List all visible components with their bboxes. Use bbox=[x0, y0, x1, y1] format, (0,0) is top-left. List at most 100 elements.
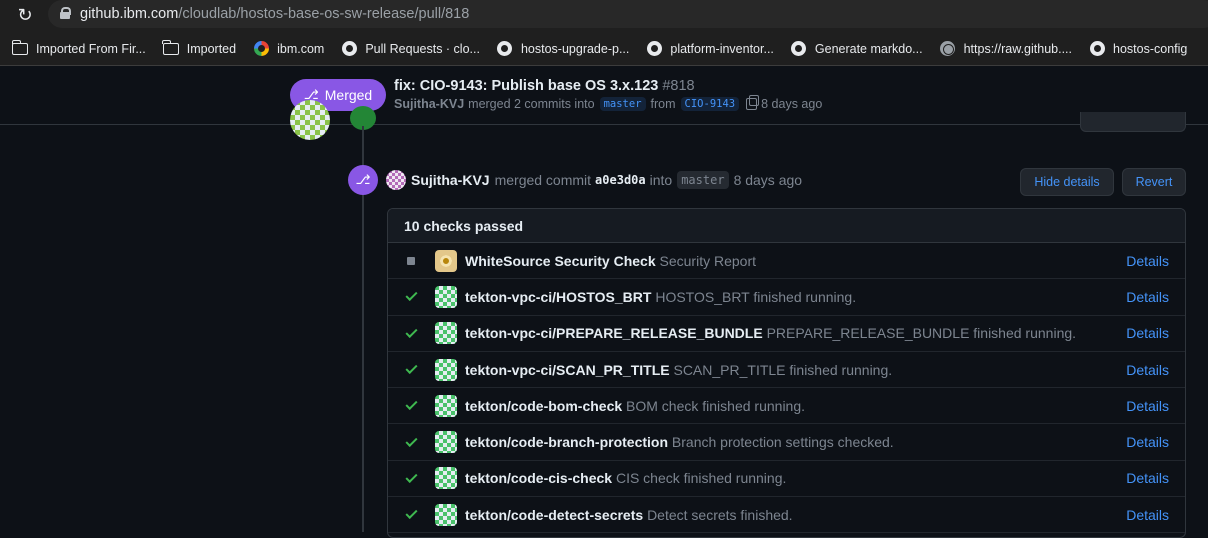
github-icon bbox=[497, 41, 513, 57]
globe-icon bbox=[940, 41, 956, 57]
pr-sticky-header: ⎇ Merged fix: CIO-9143: Publish base OS … bbox=[0, 67, 1208, 125]
avatar[interactable] bbox=[386, 170, 406, 190]
tekton-app-icon[interactable] bbox=[435, 431, 457, 454]
folder-icon bbox=[162, 39, 179, 57]
pr-time: 8 days ago bbox=[761, 97, 823, 111]
check-row: tekton-vpc-ci/SCAN_PR_TITLE SCAN_PR_TITL… bbox=[388, 352, 1185, 389]
head-branch-label[interactable]: CIO-9143 bbox=[680, 97, 740, 111]
check-description: BOM check finished running. bbox=[626, 397, 806, 414]
url-text[interactable]: github.ibm.com/cloudlab/hostos-base-os-s… bbox=[80, 5, 469, 23]
avatar[interactable] bbox=[290, 100, 330, 140]
check-name: tekton/code-cis-check bbox=[465, 470, 613, 487]
bookmark-item[interactable]: platform-inventor... bbox=[646, 41, 774, 57]
bookmark-item[interactable]: hostos-upgrade-p... bbox=[497, 41, 629, 57]
check-name: tekton-vpc-ci/SCAN_PR_TITLE bbox=[465, 361, 670, 378]
hide-details-button[interactable]: Hide details bbox=[1020, 168, 1114, 196]
check-text: tekton/code-detect-secrets Detect secret… bbox=[465, 507, 793, 523]
check-icon bbox=[404, 325, 418, 340]
check-icon bbox=[404, 398, 418, 413]
check-description: PREPARE_RELEASE_BUNDLE finished running. bbox=[766, 325, 1077, 342]
check-name: tekton/code-branch-protection bbox=[465, 434, 669, 451]
check-icon bbox=[404, 362, 418, 377]
bookmark-label: hostos-config bbox=[1113, 41, 1188, 56]
bookmark-item[interactable]: Imported From Fir... bbox=[11, 39, 146, 57]
bookmark-item[interactable]: hostos-config bbox=[1089, 41, 1187, 57]
bookmark-item[interactable]: https://raw.github.... bbox=[940, 41, 1072, 57]
tekton-app-icon[interactable] bbox=[435, 285, 457, 308]
base-branch-label[interactable]: master bbox=[599, 97, 646, 111]
check-details-link[interactable]: Details bbox=[1126, 434, 1169, 450]
whitesource-app-icon[interactable] bbox=[435, 249, 457, 272]
check-description: Security Report bbox=[659, 252, 756, 269]
lock-icon[interactable] bbox=[60, 7, 71, 19]
check-details-link[interactable]: Details bbox=[1126, 398, 1169, 414]
bookmark-item[interactable]: Pull Requests · clo... bbox=[341, 41, 480, 57]
partial-button[interactable] bbox=[1080, 112, 1186, 132]
bookmark-label: Pull Requests · clo... bbox=[365, 41, 480, 56]
tekton-app-icon[interactable] bbox=[435, 358, 457, 381]
github-icon bbox=[646, 41, 662, 57]
check-icon bbox=[404, 289, 418, 304]
pr-title-text: fix: CIO-9143: Publish base OS 3.x.123 bbox=[394, 78, 659, 94]
google-icon bbox=[253, 41, 269, 57]
check-text: tekton-vpc-ci/PREPARE_RELEASE_BUNDLE PRE… bbox=[465, 325, 1076, 341]
check-name: tekton-vpc-ci/HOSTOS_BRT bbox=[465, 288, 652, 305]
bookmark-item[interactable]: Imported bbox=[162, 39, 237, 57]
commit-sha-link[interactable]: a0e3d0a bbox=[595, 173, 646, 187]
check-details-link[interactable]: Details bbox=[1126, 253, 1169, 269]
check-text: WhiteSource Security Check Security Repo… bbox=[465, 253, 756, 269]
merged-state-label: Merged bbox=[324, 87, 373, 103]
check-text: tekton-vpc-ci/SCAN_PR_TITLE SCAN_PR_TITL… bbox=[465, 362, 892, 378]
revert-button[interactable]: Revert bbox=[1122, 168, 1186, 196]
pr-title[interactable]: fix: CIO-9143: Publish base OS 3.x.123 #… bbox=[394, 78, 695, 94]
github-icon bbox=[791, 41, 807, 57]
checks-list: WhiteSource Security Check Security Repo… bbox=[388, 243, 1185, 534]
check-name: WhiteSource Security Check bbox=[465, 252, 656, 269]
check-description: SCAN_PR_TITLE finished running. bbox=[673, 361, 893, 378]
merge-event-text: Sujitha-KVJ merged commit a0e3d0a into m… bbox=[411, 171, 802, 189]
url-host: github.ibm.com bbox=[80, 6, 179, 22]
bookmark-label: hostos-upgrade-p... bbox=[520, 41, 630, 56]
check-name: tekton/code-detect-secrets bbox=[465, 506, 644, 523]
copy-icon[interactable] bbox=[746, 95, 760, 110]
check-row: WhiteSource Security Check Security Repo… bbox=[388, 243, 1185, 280]
checks-summary: 10 checks passed bbox=[388, 209, 1185, 243]
bookmark-item[interactable]: Generate markdo... bbox=[791, 41, 923, 57]
folder-icon bbox=[11, 39, 28, 57]
check-name: tekton-vpc-ci/PREPARE_RELEASE_BUNDLE bbox=[465, 325, 763, 342]
check-text: tekton/code-bom-check BOM check finished… bbox=[465, 398, 805, 414]
check-row: tekton/code-branch-protection Branch pro… bbox=[388, 424, 1185, 461]
pr-author-link[interactable]: Sujitha-KVJ bbox=[394, 97, 464, 111]
url-path: /cloudlab/hostos-base-os-sw-release/pull… bbox=[178, 6, 470, 22]
bookmark-item[interactable]: ibm.com bbox=[253, 41, 324, 57]
check-row: tekton-vpc-ci/HOSTOS_BRT HOSTOS_BRT fini… bbox=[388, 279, 1185, 316]
check-details-link[interactable]: Details bbox=[1126, 325, 1169, 341]
bookmark-label: platform-inventor... bbox=[670, 41, 774, 56]
merge-branch-label[interactable]: master bbox=[677, 171, 729, 189]
check-icon bbox=[404, 470, 418, 485]
check-details-link[interactable]: Details bbox=[1126, 289, 1169, 305]
merge-time[interactable]: 8 days ago bbox=[734, 172, 803, 188]
bookmark-label: Imported bbox=[186, 41, 237, 56]
check-details-link[interactable]: Details bbox=[1126, 507, 1169, 523]
tekton-app-icon[interactable] bbox=[435, 394, 457, 417]
check-text: tekton-vpc-ci/HOSTOS_BRT HOSTOS_BRT fini… bbox=[465, 289, 856, 305]
merge-commit-text: merged commit bbox=[494, 172, 592, 188]
pr-meta: Sujitha-KVJ merged 2 commits into master… bbox=[394, 95, 823, 111]
reload-icon[interactable]: ↻ bbox=[14, 4, 36, 26]
check-description: Detect secrets finished. bbox=[647, 506, 793, 523]
check-description: Branch protection settings checked. bbox=[671, 434, 894, 451]
tekton-app-icon[interactable] bbox=[435, 322, 457, 345]
tekton-app-icon[interactable] bbox=[435, 467, 457, 490]
check-icon bbox=[404, 434, 418, 449]
bookmark-label: https://raw.github.... bbox=[963, 41, 1072, 56]
check-row: tekton/code-cis-check CIS check finished… bbox=[388, 461, 1185, 498]
browser-address-bar: ↻ github.ibm.com/cloudlab/hostos-base-os… bbox=[0, 0, 1208, 32]
check-details-link[interactable]: Details bbox=[1126, 362, 1169, 378]
tekton-app-icon[interactable] bbox=[435, 503, 457, 526]
merge-author-link[interactable]: Sujitha-KVJ bbox=[411, 172, 490, 188]
check-description: HOSTOS_BRT finished running. bbox=[655, 288, 857, 305]
check-icon bbox=[404, 507, 418, 522]
pr-number: #818 bbox=[662, 78, 695, 94]
check-details-link[interactable]: Details bbox=[1126, 470, 1169, 486]
